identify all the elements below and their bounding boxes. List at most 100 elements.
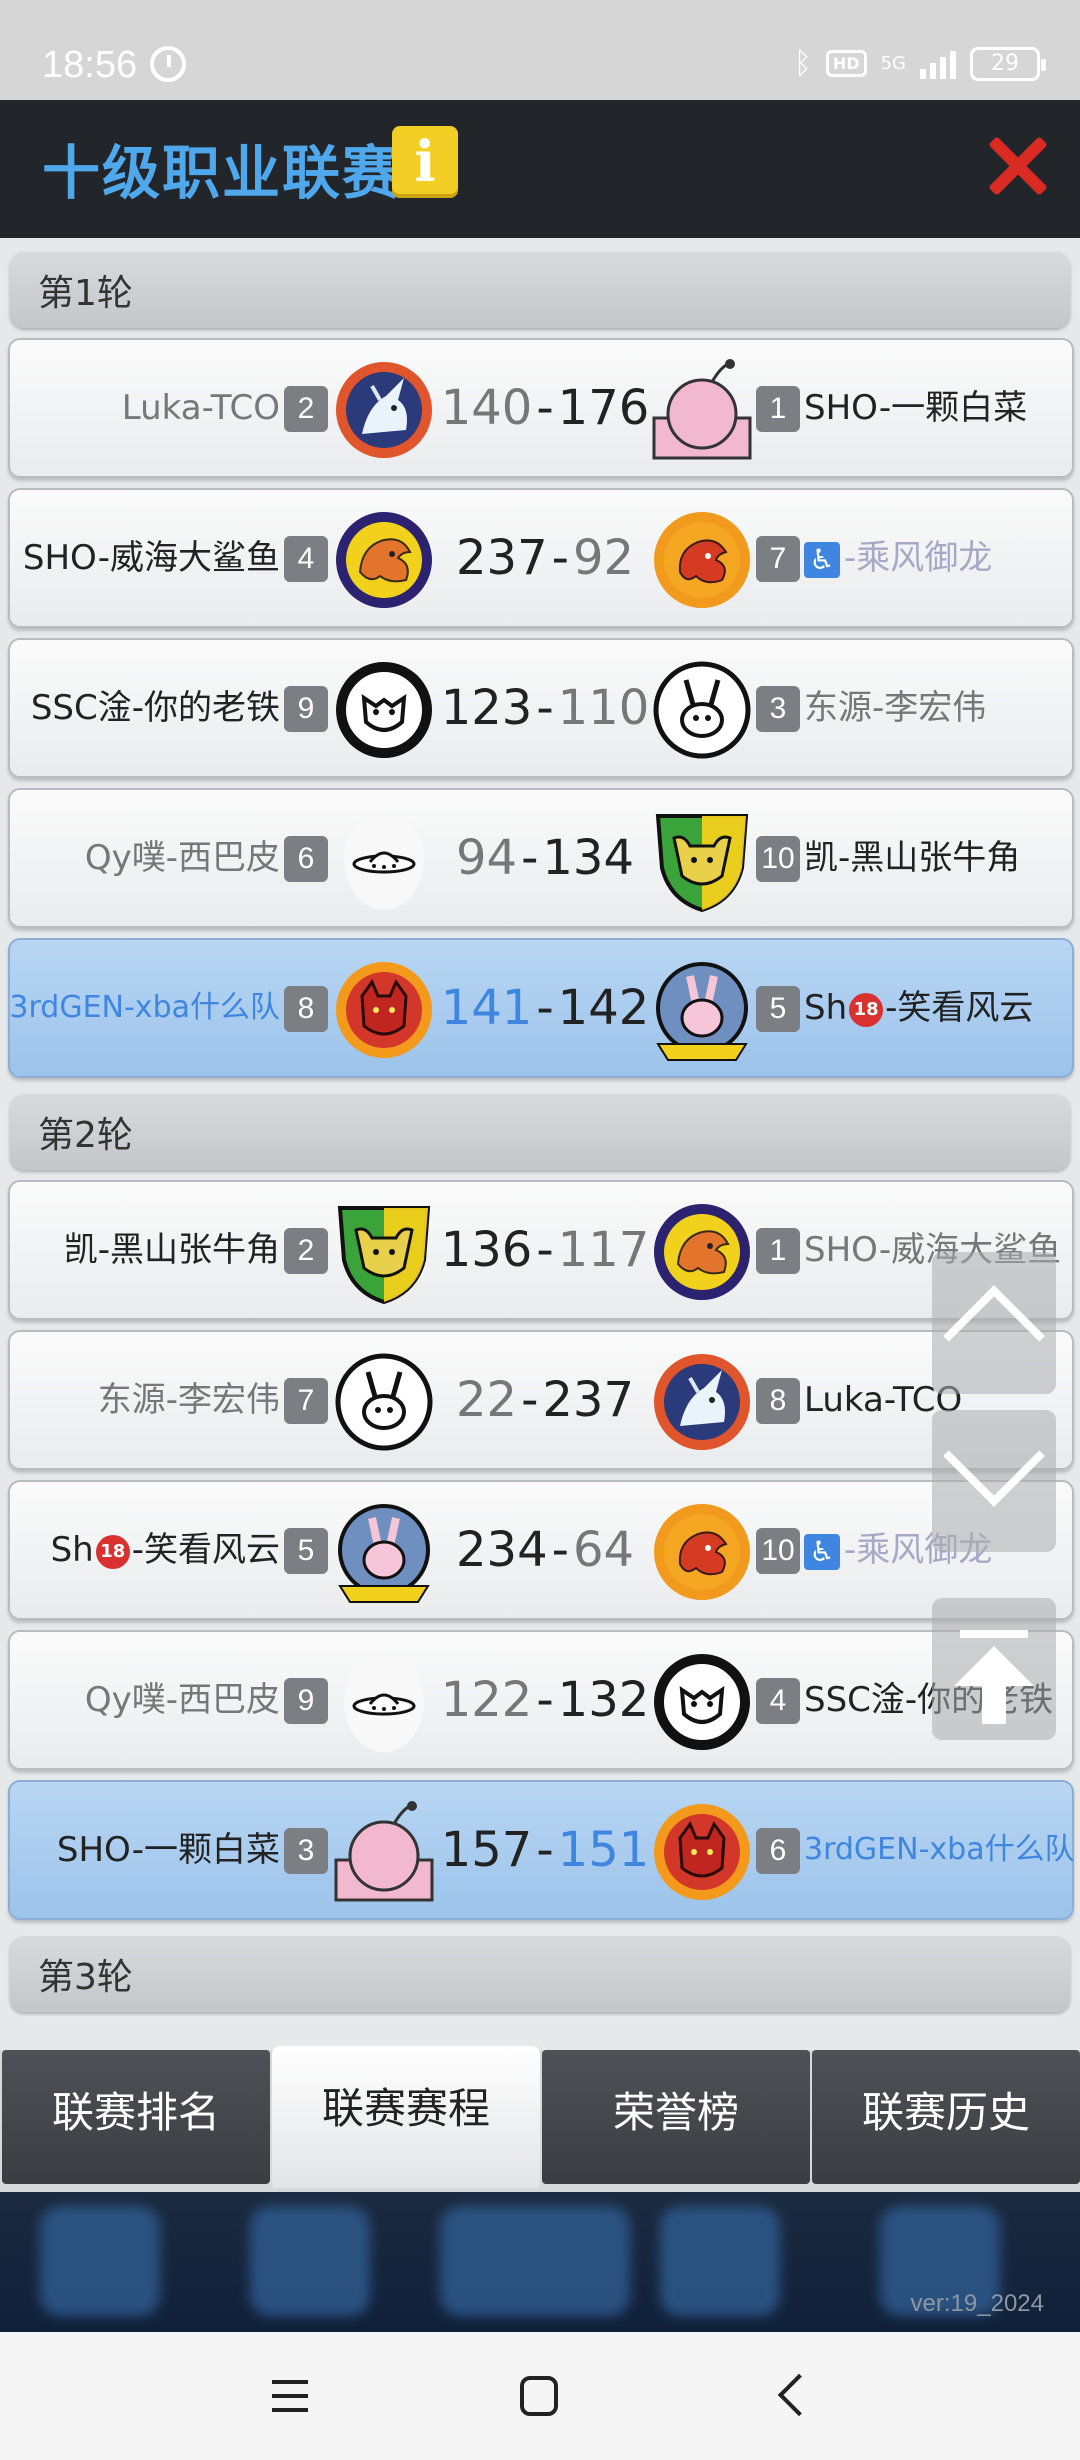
away-score: 151	[557, 1822, 650, 1878]
home-score: 237	[455, 530, 548, 586]
home-team-rank: 7	[284, 1378, 328, 1424]
home-score: 94	[455, 830, 518, 886]
home-team-name: Qy噗-西巴皮	[84, 838, 280, 878]
away-team-name: 凯-黑山张牛角	[804, 838, 1021, 878]
match-row[interactable]: SHO-一颗白菜 3 157-151 6 3rdGEN-xba什么队	[8, 1780, 1075, 1920]
home-score: 140	[440, 380, 533, 436]
footer-blur-2	[250, 2206, 370, 2316]
scroll-up-button[interactable]	[932, 1252, 1056, 1394]
match-score: 22-237	[440, 1332, 650, 1468]
match-row[interactable]: SSC淦-你的老铁 9 123-110 3 东源-李宏伟	[8, 638, 1074, 778]
battery-icon: 29	[970, 46, 1046, 81]
match-row[interactable]: 东源-李宏伟 7 22-237 8 Luka-TCO	[8, 1330, 1074, 1470]
away-team-rank: 10	[756, 836, 800, 882]
rabbit-logo	[653, 661, 751, 759]
match-row[interactable]: Luka-TCO 2 140-176 1 SHO-一颗白菜	[8, 338, 1074, 478]
away-score: 134	[542, 830, 635, 886]
match-row[interactable]: Sh 18 -笑看风云 5 234-64 10 ♿ -乘风御龙	[8, 1480, 1074, 1620]
home-team-name: SHO-威海大鲨鱼	[22, 538, 280, 578]
footer-blur-3	[440, 2206, 630, 2316]
tab-honor-board[interactable]: 荣誉榜	[542, 2050, 810, 2184]
away-score: 92	[572, 530, 635, 586]
page-title: 十级职业联赛	[42, 139, 403, 207]
away-score: 142	[557, 980, 650, 1036]
away-team-rank: 7	[756, 536, 800, 582]
to-top-stem	[982, 1684, 1006, 1724]
match-row[interactable]: Qy噗-西巴皮 6 94-134 10 凯-黑山张牛角	[8, 788, 1074, 928]
away-team-name: 东源-李宏伟	[804, 688, 987, 728]
match-score: 234-64	[440, 1482, 650, 1618]
home-team-name: Qy噗-西巴皮	[84, 1680, 280, 1720]
score-separator: -	[536, 1822, 554, 1878]
ufo-logo	[344, 1652, 424, 1752]
score-separator: -	[536, 1222, 554, 1278]
round-label: 第3轮	[38, 1957, 133, 1998]
match-row[interactable]: Qy噗-西巴皮 9 122-132 4 SSC淦-你的老铁	[8, 1630, 1074, 1770]
home-team-name: SSC淦-你的老铁	[30, 688, 280, 728]
away-team-rank: 1	[756, 386, 800, 432]
to-top-icon	[960, 1630, 1028, 1638]
orange-dragon-logo	[654, 512, 750, 608]
home-team-rank: 9	[284, 686, 328, 732]
home-team-rank: 8	[284, 986, 328, 1032]
match-score: 237-92	[440, 490, 650, 626]
match-score: 94-134	[440, 790, 650, 926]
to-top-arrow	[954, 1646, 1034, 1686]
schedule-list[interactable]: 第1轮 Luka-TCO 2 140-176 1 SHO-一颗白菜 SHO-威海大鲨鱼 4 23…	[0, 238, 1080, 2050]
home-score: 234	[455, 1522, 548, 1578]
info-icon[interactable]: i	[392, 126, 458, 198]
accessible-icon: ♿	[804, 1533, 840, 1570]
gear-beast-logo	[336, 662, 432, 758]
match-score: 122-132	[440, 1632, 650, 1768]
unicorn-logo	[336, 362, 432, 458]
footer-blur-4	[660, 2206, 780, 2316]
alarm-icon	[150, 46, 186, 82]
unicorn-logo	[654, 1354, 750, 1450]
ufo-logo	[344, 810, 424, 910]
bunny-logo	[656, 962, 748, 1061]
bluetooth-icon: ᛒ	[793, 46, 812, 81]
match-score: 157-151	[440, 1782, 650, 1918]
gear-beast-logo	[654, 1654, 750, 1750]
away-team-name: SHO-一颗白菜	[804, 388, 1028, 428]
match-row[interactable]: 凯-黑山张牛角 2 136-117 1 SHO-威海大鲨鱼	[8, 1180, 1074, 1320]
round-header: 第1轮	[10, 252, 1070, 328]
home-team-name: 东源-李宏伟	[97, 1380, 280, 1420]
home-team-name: SHO-一颗白菜	[56, 1830, 280, 1870]
match-score: 141-142	[440, 940, 650, 1076]
chevron-down-icon	[943, 1405, 1045, 1507]
scroll-down-button[interactable]	[932, 1405, 1056, 1552]
home-score: 122	[440, 1672, 533, 1728]
close-icon[interactable]	[986, 134, 1048, 196]
scroll-to-top-button[interactable]	[932, 1598, 1056, 1740]
version-label: ver:19_2024	[910, 2290, 1044, 2317]
tab-league-history[interactable]: 联赛历史	[812, 2050, 1080, 2184]
match-row[interactable]: 3rdGEN-xba什么队 8 141-142 5 Sh 18 -笑看风云	[8, 938, 1074, 1078]
away-team-rank: 5	[756, 986, 800, 1032]
away-team-name: ♿ -乘风御龙	[804, 490, 992, 626]
bull-shield-logo	[337, 1206, 431, 1305]
footer-blur-1	[40, 2206, 160, 2316]
home-icon[interactable]	[520, 2376, 558, 2416]
wolf-logo	[654, 1804, 750, 1900]
away-team-rank: 6	[756, 1828, 800, 1874]
score-separator: -	[551, 1522, 569, 1578]
away-team-rank: 3	[756, 686, 800, 732]
tab-league-ranking[interactable]: 联赛排名	[2, 2050, 270, 2184]
wolf-logo	[336, 962, 432, 1058]
bottom-tabs: 联赛排名 联赛赛程 荣誉榜 联赛历史	[0, 2046, 1080, 2192]
home-team-rank: 9	[284, 1678, 328, 1724]
back-icon[interactable]	[777, 2373, 821, 2417]
round-header: 第3轮	[10, 1936, 1070, 2012]
round-label: 第1轮	[38, 273, 133, 314]
system-nav-bar	[0, 2332, 1080, 2460]
home-team-rank: 4	[284, 536, 328, 582]
away-team-name: 3rdGEN-xba什么队	[804, 1832, 1075, 1867]
match-row[interactable]: SHO-威海大鲨鱼 4 237-92 7 ♿ -乘风御龙	[8, 488, 1074, 628]
away-score: 237	[542, 1372, 635, 1428]
orange-dragon-logo	[654, 1504, 750, 1600]
home-team-rank: 3	[284, 1828, 328, 1874]
tab-league-schedule[interactable]: 联赛赛程	[272, 2046, 540, 2188]
menu-icon[interactable]	[272, 2380, 308, 2422]
away-score: 132	[557, 1672, 650, 1728]
